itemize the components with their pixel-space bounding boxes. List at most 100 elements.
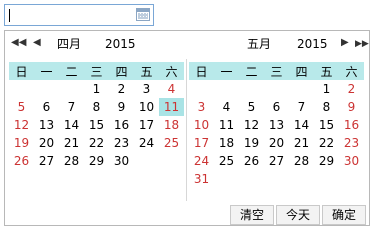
calendar-day[interactable]: 1 — [84, 80, 109, 98]
calendar-day[interactable]: 27 — [264, 152, 289, 170]
calendar-day[interactable]: 16 — [109, 116, 134, 134]
calendar-empty-cell — [264, 170, 289, 188]
calendar-empty-cell — [134, 170, 159, 188]
month-label: 五月 — [247, 37, 272, 51]
calendar-day[interactable]: 15 — [84, 116, 109, 134]
calendar-week-row: 10 11 12 13 14 15 16 — [189, 116, 364, 134]
calendar-day[interactable]: 13 — [34, 116, 59, 134]
calendar-day[interactable]: 6 — [34, 98, 59, 116]
calendar-day[interactable]: 26 — [239, 152, 264, 170]
calendar-empty-cell — [239, 80, 264, 98]
calendar-day[interactable]: 30 — [339, 152, 364, 170]
text-caret — [9, 9, 10, 22]
calendar-day[interactable]: 18 — [159, 116, 184, 134]
calendar-day[interactable]: 4 — [214, 98, 239, 116]
calendar-day[interactable]: 14 — [289, 116, 314, 134]
calendar-day[interactable]: 5 — [239, 98, 264, 116]
calendar-week-row: 17 18 19 20 21 22 23 — [189, 134, 364, 152]
calendar-day[interactable]: 16 — [339, 116, 364, 134]
calendar-day[interactable]: 15 — [314, 116, 339, 134]
date-input[interactable] — [4, 4, 154, 26]
calendar-day[interactable]: 31 — [189, 170, 214, 188]
calendar-day[interactable]: 25 — [214, 152, 239, 170]
calendar-day[interactable]: 1 — [314, 80, 339, 98]
calendar-day[interactable]: 19 — [9, 134, 34, 152]
calendar-panel-april: ◀◀ ◀ 四月 2015 日一二三四五六 1 2 3 4 5 6 7 8 9 10 11 12 13 14… — [9, 31, 187, 203]
calendar-day[interactable]: 23 — [109, 134, 134, 152]
weekday-header: 二 — [239, 62, 264, 80]
confirm-button[interactable]: 确定 — [322, 205, 366, 225]
calendar-empty-cell — [159, 170, 184, 188]
calendar-day[interactable]: 20 — [264, 134, 289, 152]
calendar-empty-cell — [239, 170, 264, 188]
calendar-day[interactable]: 2 — [339, 80, 364, 98]
calendar-day[interactable]: 2 — [109, 80, 134, 98]
calendar-day[interactable]: 23 — [339, 134, 364, 152]
weekday-header: 五 — [134, 62, 159, 80]
prev-month-button[interactable]: ◀ — [33, 37, 41, 49]
calendar-day[interactable]: 22 — [314, 134, 339, 152]
calendar-empty-cell — [84, 170, 109, 188]
calendar-empty-cell — [214, 170, 239, 188]
calendar-week-row: 19 20 21 22 23 24 25 — [9, 134, 184, 152]
calendar-empty-cell — [59, 170, 84, 188]
calendar-day[interactable]: 22 — [84, 134, 109, 152]
calendar-day[interactable]: 11 — [214, 116, 239, 134]
calendar-day[interactable]: 29 — [314, 152, 339, 170]
calendar-grid-right: 日一二三四五六 1 2 3 4 5 6 7 8 9 10 11 12 13 14 15 16 17 18 19 20 2… — [189, 62, 364, 188]
calendar-day[interactable]: 29 — [84, 152, 109, 170]
calendar-day[interactable]: 11 — [159, 98, 184, 116]
calendar-day[interactable]: 9 — [339, 98, 364, 116]
today-button[interactable]: 今天 — [276, 205, 320, 225]
calendar-day[interactable]: 10 — [189, 116, 214, 134]
calendar-empty-cell — [59, 80, 84, 98]
calendar-empty-cell — [9, 80, 34, 98]
calendar-day[interactable]: 28 — [59, 152, 84, 170]
next-year-button[interactable]: ▶▶ — [355, 38, 369, 50]
calendar-empty-cell — [289, 80, 314, 98]
date-picker-popup: ◀◀ ◀ 四月 2015 日一二三四五六 1 2 3 4 5 6 7 8 9 10 11 12 13 14… — [4, 30, 370, 226]
calendar-day[interactable]: 5 — [9, 98, 34, 116]
calendar-week-row: 3456789 — [189, 98, 364, 116]
clear-button[interactable]: 清空 — [230, 205, 274, 225]
year-label: 2015 — [297, 37, 328, 51]
next-month-button[interactable]: ▶ — [341, 37, 349, 49]
calendar-day[interactable]: 18 — [214, 134, 239, 152]
calendar-day[interactable]: 20 — [34, 134, 59, 152]
calendar-day[interactable]: 12 — [9, 116, 34, 134]
calendar-day[interactable]: 17 — [134, 116, 159, 134]
calendar-day[interactable]: 17 — [189, 134, 214, 152]
calendar-day[interactable]: 7 — [289, 98, 314, 116]
calendar-day[interactable]: 21 — [289, 134, 314, 152]
calendar-week-row: 26 27 28 29 30 — [9, 152, 184, 170]
calendar-day[interactable]: 6 — [264, 98, 289, 116]
calendar-day[interactable]: 24 — [134, 134, 159, 152]
calendar-week-row: 12 — [189, 80, 364, 98]
calendar-day[interactable]: 4 — [159, 80, 184, 98]
calendar-day[interactable]: 3 — [189, 98, 214, 116]
calendar-day[interactable]: 8 — [314, 98, 339, 116]
calendar-day[interactable]: 28 — [289, 152, 314, 170]
calendar-day[interactable]: 30 — [109, 152, 134, 170]
calendar-day[interactable]: 8 — [84, 98, 109, 116]
calendar-empty-cell — [34, 80, 59, 98]
prev-year-button[interactable]: ◀◀ — [11, 37, 26, 49]
year-label: 2015 — [105, 37, 136, 51]
calendar-day[interactable]: 21 — [59, 134, 84, 152]
calendar-empty-cell — [264, 80, 289, 98]
calendar-day[interactable]: 3 — [134, 80, 159, 98]
calendar-day[interactable]: 13 — [264, 116, 289, 134]
calendar-day[interactable]: 25 — [159, 134, 184, 152]
calendar-day[interactable]: 10 — [134, 98, 159, 116]
calendar-day[interactable]: 26 — [9, 152, 34, 170]
calendar-day[interactable]: 27 — [34, 152, 59, 170]
calendar-day[interactable]: 19 — [239, 134, 264, 152]
calendar-day[interactable]: 9 — [109, 98, 134, 116]
calendar-day[interactable]: 24 — [189, 152, 214, 170]
calendar-empty-cell — [9, 170, 34, 188]
calendar-icon[interactable] — [136, 8, 150, 21]
calendar-day[interactable]: 7 — [59, 98, 84, 116]
calendar-day[interactable]: 14 — [59, 116, 84, 134]
calendar-day[interactable]: 12 — [239, 116, 264, 134]
calendar-empty-cell — [134, 152, 159, 170]
